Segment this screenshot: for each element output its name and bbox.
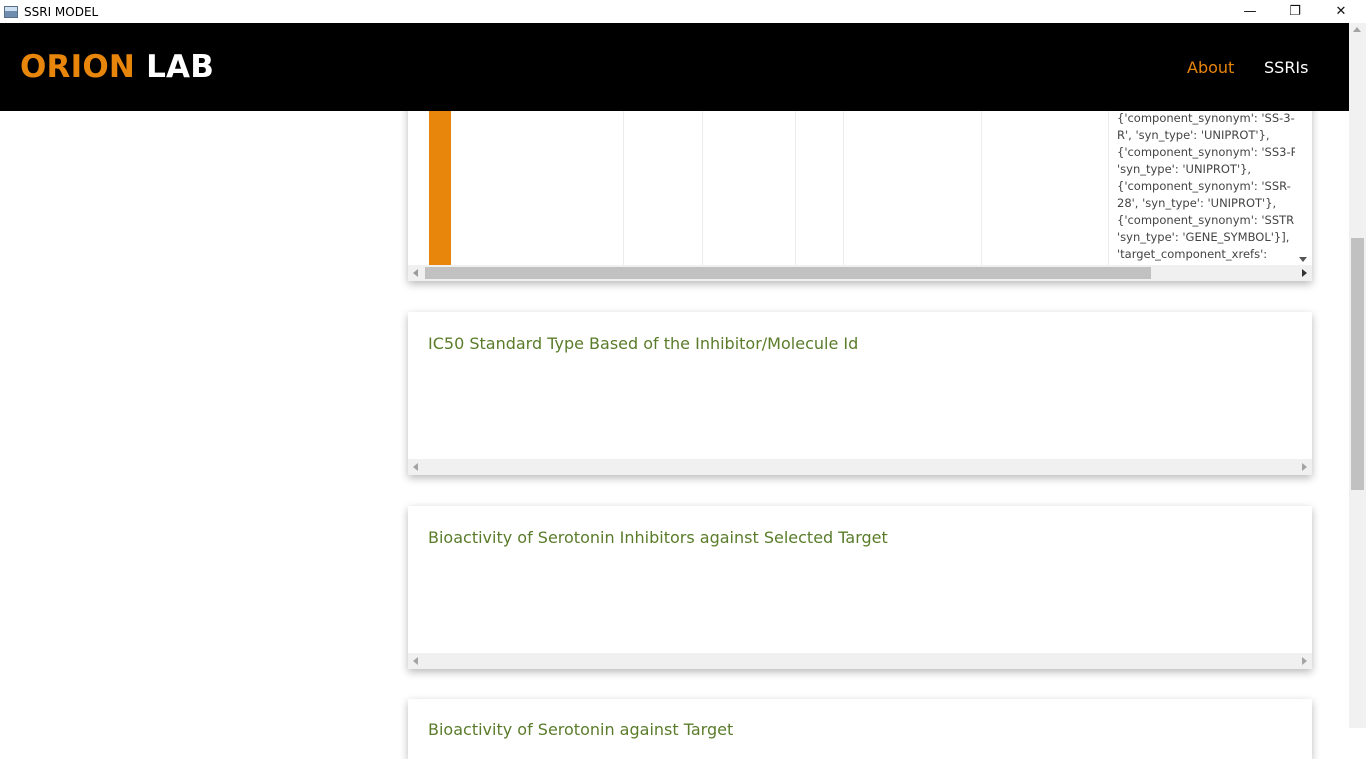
nav-link-about[interactable]: About (1187, 58, 1234, 77)
card-title: IC50 Standard Type Based of the Inhibito… (428, 334, 859, 353)
component-synonyms-cell: {'component_synonym': 'SS-3- R', 'syn_ty… (1117, 111, 1302, 261)
nav-link-ssris[interactable]: SSRIs (1264, 58, 1308, 77)
logo[interactable]: ORION LAB (20, 49, 214, 85)
horizontal-scrollbar[interactable] (408, 459, 1312, 475)
scroll-down-arrow-icon[interactable] (1299, 257, 1307, 262)
horizontal-scrollbar[interactable] (408, 265, 1312, 281)
scroll-right-arrow-icon[interactable] (1302, 269, 1307, 277)
scroll-right-arrow-icon[interactable] (1302, 657, 1307, 665)
bioactivity-target-card: Bioactivity of Serotonin against Target (408, 699, 1312, 759)
horizontal-scrollbar[interactable] (408, 653, 1312, 669)
scroll-left-arrow-icon[interactable] (413, 657, 418, 665)
window-titlebar: SSRI MODEL — ❐ ✕ (0, 0, 1366, 23)
scroll-right-arrow-icon[interactable] (1302, 463, 1307, 471)
page-scrollbar-thumb[interactable] (1351, 238, 1364, 490)
scroll-left-arrow-icon[interactable] (413, 269, 418, 277)
navbar: ORION LAB About SSRIs (0, 23, 1349, 111)
logo-orion: ORION (20, 49, 136, 85)
maximize-button[interactable]: ❐ (1272, 0, 1318, 23)
card-title: Bioactivity of Serotonin Inhibitors agai… (428, 528, 888, 547)
ic50-chart-card: IC50 Standard Type Based of the Inhibito… (408, 312, 1312, 475)
logo-lab: LAB (146, 49, 215, 85)
window-title: SSRI MODEL (24, 4, 99, 19)
scroll-left-arrow-icon[interactable] (413, 463, 418, 471)
close-button[interactable]: ✕ (1318, 0, 1364, 23)
scrollbar-thumb[interactable] (425, 267, 1151, 279)
page-vertical-scrollbar[interactable] (1349, 23, 1366, 728)
cell-vertical-scrollbar[interactable] (1295, 110, 1312, 266)
minimize-button[interactable]: — (1227, 0, 1273, 23)
app-icon (4, 5, 18, 18)
bioactivity-selected-target-card: Bioactivity of Serotonin Inhibitors agai… (408, 506, 1312, 669)
card-title: Bioactivity of Serotonin against Target (428, 720, 734, 739)
scroll-up-arrow-icon[interactable] (1353, 27, 1361, 32)
